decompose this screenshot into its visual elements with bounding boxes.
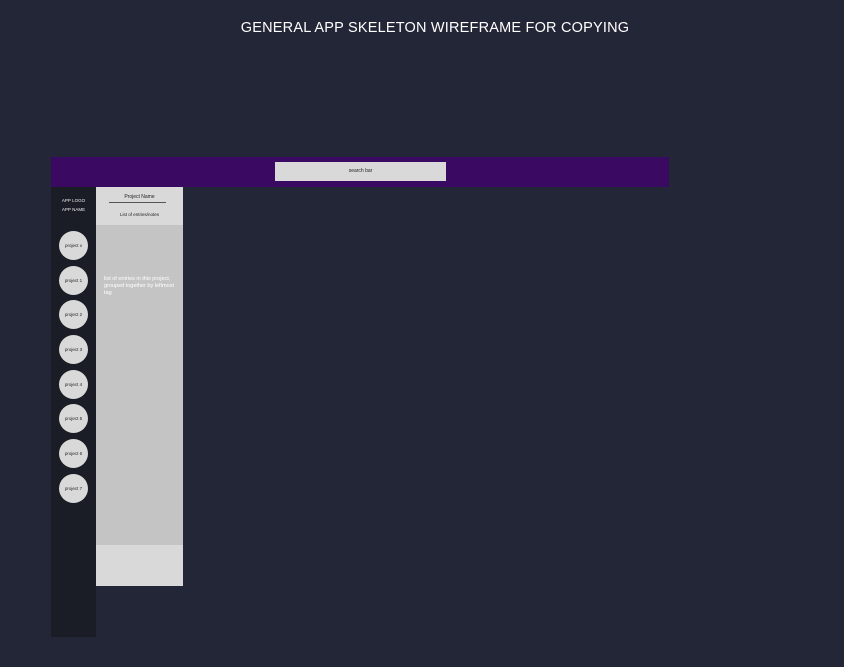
sidebar-item-project-2[interactable]: project 2 (59, 300, 88, 329)
app-logo[interactable]: APP LOGO (51, 198, 96, 204)
sidebar-item-project-x[interactable]: project x (59, 231, 88, 260)
sidebar-item-project-6[interactable]: project 6 (59, 439, 88, 468)
search-bar[interactable]: search bar (275, 162, 446, 181)
page-title: GENERAL APP SKELETON WIREFRAME FOR COPYI… (240, 20, 630, 36)
project-name: Project Name (124, 194, 155, 200)
panel-footer (96, 545, 183, 586)
sidebar-item-project-5[interactable]: project 5 (59, 404, 88, 433)
sidebar-item-project-3[interactable]: project 3 (59, 335, 88, 364)
sidebar: APP LOGO APP NAME project x project 1 pr… (51, 187, 96, 637)
entries-placeholder-text: list of entries in this project, grouped… (104, 276, 175, 296)
app-name: APP NAME (61, 207, 86, 212)
sidebar-item-project-7[interactable]: project 7 (59, 474, 88, 503)
sidebar-item-project-1[interactable]: project 1 (59, 266, 88, 295)
panel-header: Project Name List of entries/notes (96, 187, 183, 225)
top-bar: search bar (51, 157, 669, 187)
sidebar-item-project-4[interactable]: project 4 (59, 370, 88, 399)
entries-list-label: List of entries/notes (119, 212, 160, 217)
divider (109, 202, 166, 203)
entries-list[interactable]: list of entries in this project, grouped… (96, 225, 183, 545)
entries-panel: Project Name List of entries/notes list … (96, 187, 183, 586)
